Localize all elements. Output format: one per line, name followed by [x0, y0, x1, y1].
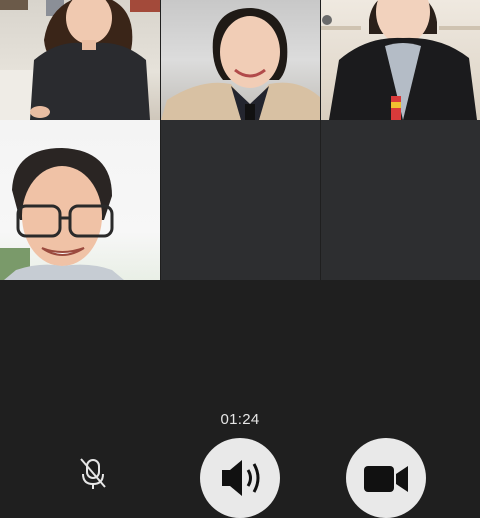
mic-muted-icon[interactable]	[76, 456, 110, 490]
participant-tile-3[interactable]	[321, 0, 480, 120]
participant-tile-4[interactable]	[0, 120, 160, 280]
camera-button[interactable]	[346, 438, 426, 518]
speaker-icon	[222, 460, 260, 496]
participant-tile-1[interactable]	[0, 0, 160, 120]
camera-icon	[364, 466, 408, 492]
participant-video-1	[0, 0, 160, 120]
participant-tile-2[interactable]	[161, 0, 320, 120]
participant-video-3	[321, 0, 480, 120]
participant-video-4	[0, 148, 124, 280]
participant-tile-6[interactable]	[321, 120, 480, 280]
call-duration: 01:24	[220, 411, 260, 428]
participant-tile-5[interactable]	[161, 120, 320, 280]
participant-video-2	[161, 8, 320, 120]
video-grid	[0, 0, 480, 280]
speaker-button[interactable]	[200, 438, 280, 518]
